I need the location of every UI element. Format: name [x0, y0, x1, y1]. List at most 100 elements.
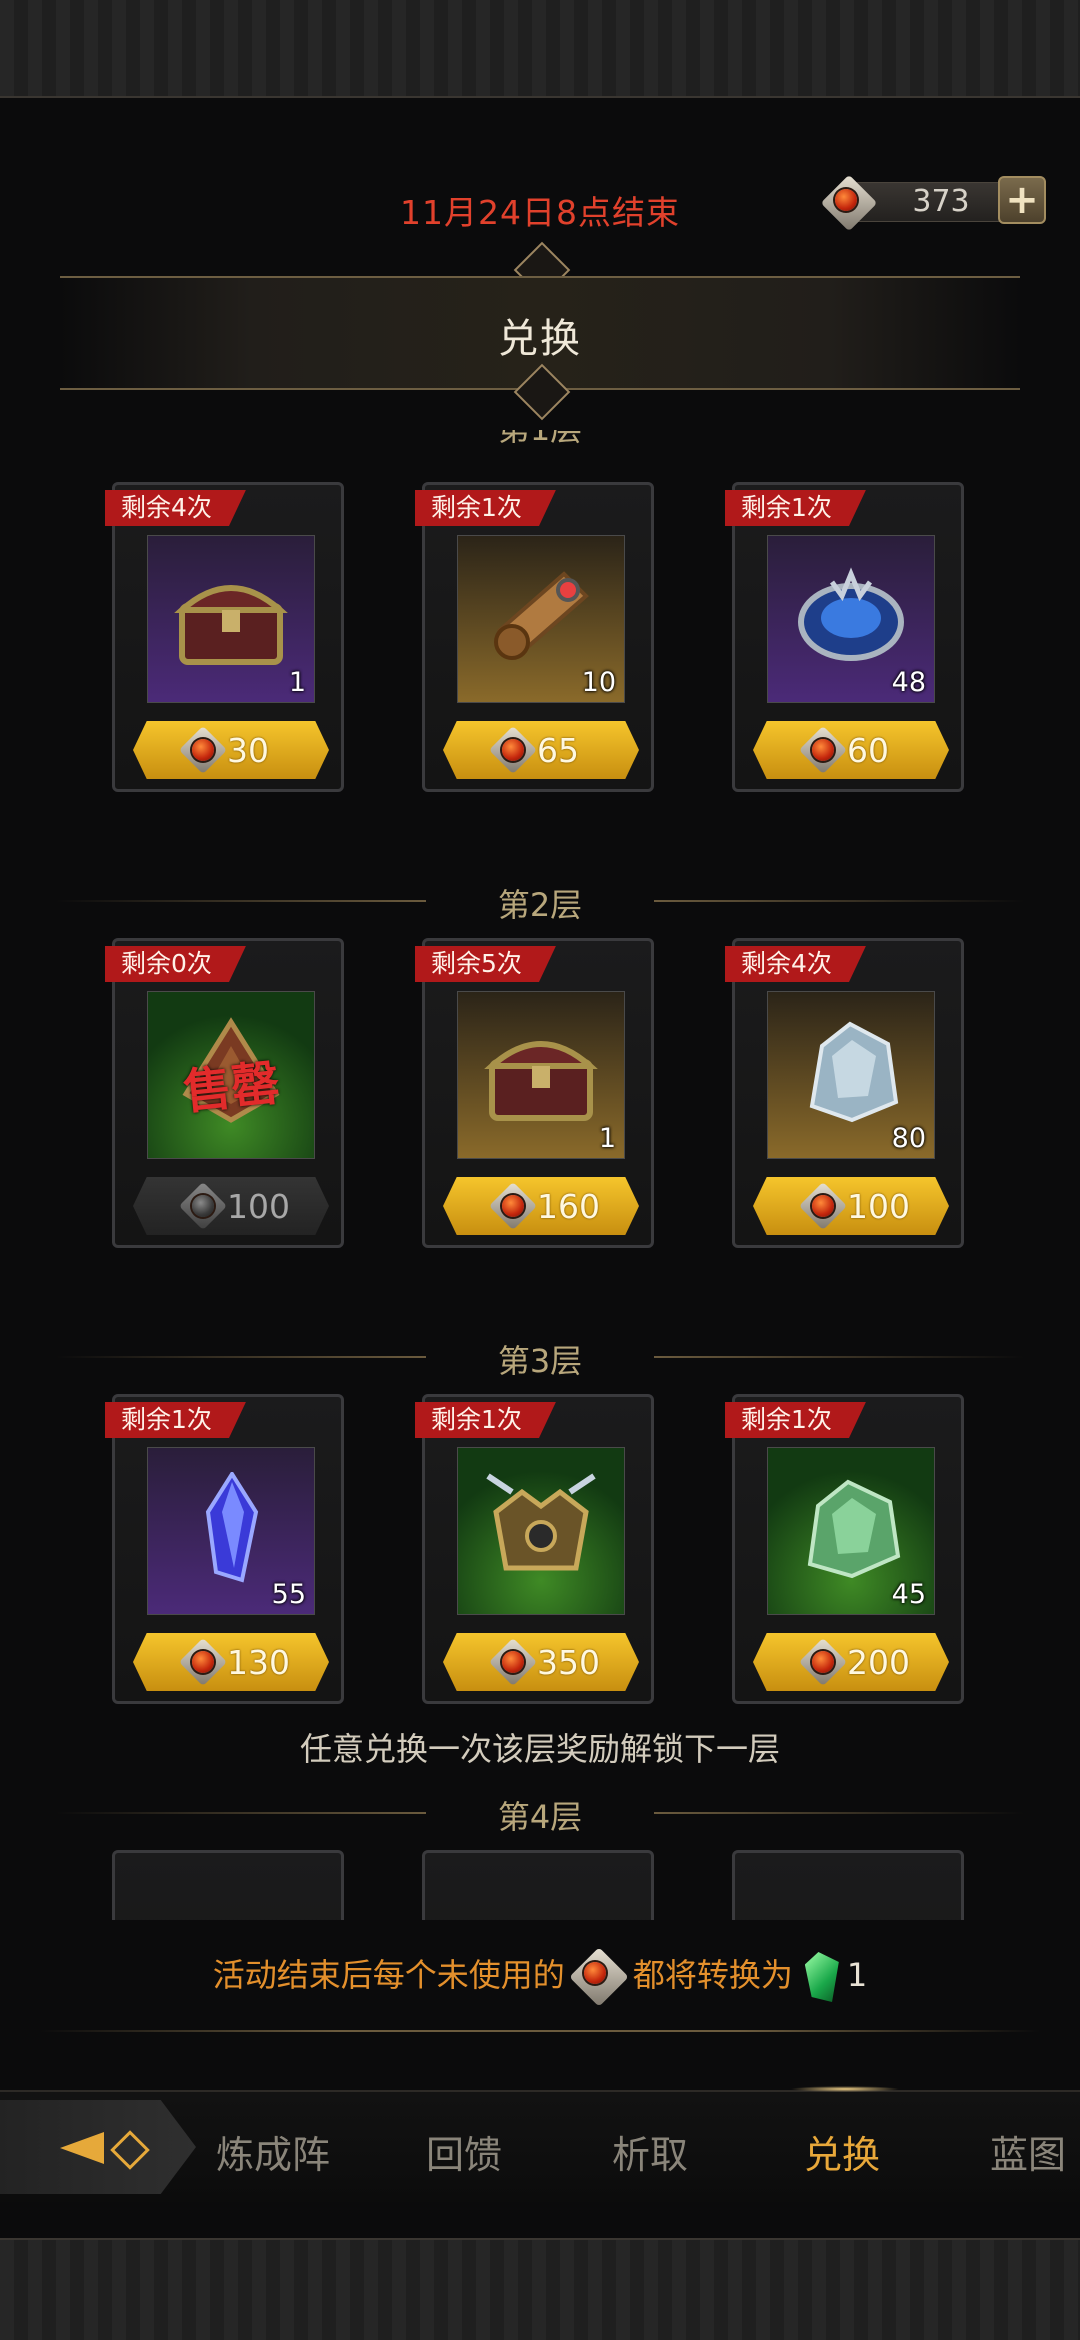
divider — [40, 2030, 1040, 2032]
remaining-tag: 剩余4次 — [105, 490, 246, 526]
token-icon — [803, 730, 843, 770]
tab-refine[interactable]: 炼成阵 — [216, 2124, 330, 2179]
exchange-card[interactable]: 剩余1次 55 130 — [105, 1394, 344, 1704]
unlock-hint: 任意兑换一次该层奖励解锁下一层 — [299, 1730, 780, 1768]
tier-header: 第2层 — [0, 876, 1080, 926]
exchange-card[interactable]: 剩余4次 1 30 — [105, 482, 344, 792]
item-thumbnail: 1 — [147, 535, 315, 703]
price-amount: 65 — [537, 731, 579, 770]
price-button[interactable]: 350 — [443, 1633, 639, 1691]
item-count: 1 — [598, 1123, 616, 1154]
exchange-card[interactable] — [422, 1850, 654, 1920]
note-amount: 1 — [846, 1956, 868, 1994]
price-amount: 100 — [847, 1187, 910, 1226]
remaining-tag: 剩余5次 — [415, 946, 556, 982]
tab-extract[interactable]: 析取 — [612, 2124, 688, 2179]
tier-header: 第4层 — [0, 1788, 1080, 1838]
exchange-card[interactable] — [732, 1850, 964, 1920]
tab-exchange[interactable]: 兑换 — [804, 2124, 880, 2179]
exchange-card[interactable]: 剩余1次 350 — [415, 1394, 654, 1704]
price-amount: 160 — [537, 1187, 600, 1226]
remaining-tag: 剩余1次 — [415, 490, 556, 526]
exchange-card[interactable]: 剩余1次 48 60 — [725, 482, 964, 792]
tier-label: 第4层 — [497, 1798, 583, 1836]
token-icon — [183, 1186, 223, 1226]
blue-chest-icon — [798, 567, 904, 661]
token-icon — [493, 1186, 533, 1226]
tier-header: 第3层 — [0, 1332, 1080, 1382]
tier-header: 第1层 — [0, 430, 1080, 450]
exchange-list[interactable]: 第1层 剩余4次 1 30 剩余1次 10 6 — [0, 430, 1080, 1920]
exchange-card[interactable]: 剩余0次 售罄 100 — [105, 938, 344, 1248]
item-thumbnail: 48 — [767, 535, 935, 703]
price-button[interactable]: 100 — [753, 1177, 949, 1235]
price-button[interactable]: 200 — [753, 1633, 949, 1691]
exchange-card[interactable]: 剩余5次 1 160 — [415, 938, 654, 1248]
item-thumbnail: 10 — [457, 535, 625, 703]
green-ore-icon — [807, 1479, 901, 1579]
exchange-card[interactable] — [112, 1850, 344, 1920]
plus-icon[interactable]: + — [998, 176, 1046, 224]
active-tab-indicator — [790, 2086, 900, 2092]
exchange-card[interactable]: 剩余1次 45 200 — [725, 1394, 964, 1704]
blue-crystal-icon — [205, 1472, 259, 1583]
back-arrow-icon — [60, 2132, 104, 2164]
exchange-card[interactable]: 剩余4次 80 100 — [725, 938, 964, 1248]
token-icon — [826, 180, 872, 226]
item-thumbnail: 55 — [147, 1447, 315, 1615]
token-icon — [183, 730, 223, 770]
tier-label: 第1层 — [498, 430, 582, 450]
price-button[interactable]: 60 — [753, 721, 949, 779]
remaining-tag: 剩余1次 — [725, 490, 866, 526]
price-button: 100 — [133, 1177, 329, 1235]
item-thumbnail: 45 — [767, 1447, 935, 1615]
conversion-note: 活动结束后每个未使用的 都将转换为 1 — [0, 1950, 1080, 2002]
tier-label: 第2层 — [497, 886, 583, 924]
item-thumbnail — [457, 1447, 625, 1615]
tier-label: 第3层 — [497, 1342, 583, 1380]
price-amount: 350 — [537, 1643, 600, 1682]
top-frame — [0, 0, 1080, 98]
item-count: 1 — [288, 667, 306, 698]
token-icon — [575, 1953, 623, 2001]
remaining-tag: 剩余1次 — [415, 1402, 556, 1438]
price-amount: 100 — [227, 1187, 290, 1226]
price-button[interactable]: 65 — [443, 721, 639, 779]
item-count: 10 — [581, 667, 616, 698]
item-count: 55 — [271, 1579, 306, 1610]
remaining-tag: 剩余1次 — [725, 1402, 866, 1438]
item-count: 48 — [891, 667, 926, 698]
price-button[interactable]: 130 — [133, 1633, 329, 1691]
item-thumbnail: 1 — [457, 991, 625, 1159]
token-icon — [183, 1642, 223, 1682]
token-icon — [803, 1186, 843, 1226]
armor-icon — [486, 1473, 596, 1571]
price-amount: 60 — [847, 731, 889, 770]
item-thumbnail: 80 — [767, 991, 935, 1159]
item-thumbnail: 售罄 — [147, 991, 315, 1159]
bottom-tab-bar: 炼成阵 回馈 析取 兑换 蓝图 — [0, 2086, 1080, 2202]
token-icon — [493, 730, 533, 770]
exchange-card[interactable]: 剩余1次 10 65 — [415, 482, 654, 792]
token-icon — [803, 1642, 843, 1682]
token-icon — [493, 1642, 533, 1682]
price-amount: 200 — [847, 1643, 910, 1682]
price-button[interactable]: 160 — [443, 1177, 639, 1235]
scroll-icon — [494, 571, 589, 660]
diamond-icon — [110, 2130, 150, 2170]
page-title: 兑换 — [498, 316, 582, 362]
tab-blueprint[interactable]: 蓝图 — [990, 2124, 1066, 2179]
remaining-tag: 剩余4次 — [725, 946, 866, 982]
price-button[interactable]: 30 — [133, 721, 329, 779]
bottom-frame — [0, 2238, 1080, 2340]
green-crystal-icon — [804, 1952, 839, 2002]
remaining-tag: 剩余0次 — [105, 946, 246, 982]
back-button[interactable] — [0, 2100, 196, 2194]
crystal-ore-icon — [809, 1021, 899, 1123]
tab-rewards[interactable]: 回馈 — [426, 2124, 502, 2179]
chest-icon — [174, 585, 288, 665]
currency-display: 373 + — [826, 176, 1046, 226]
price-amount: 30 — [227, 731, 269, 770]
chest-icon — [484, 1041, 598, 1121]
note-text: 都将转换为 — [632, 1956, 793, 1994]
